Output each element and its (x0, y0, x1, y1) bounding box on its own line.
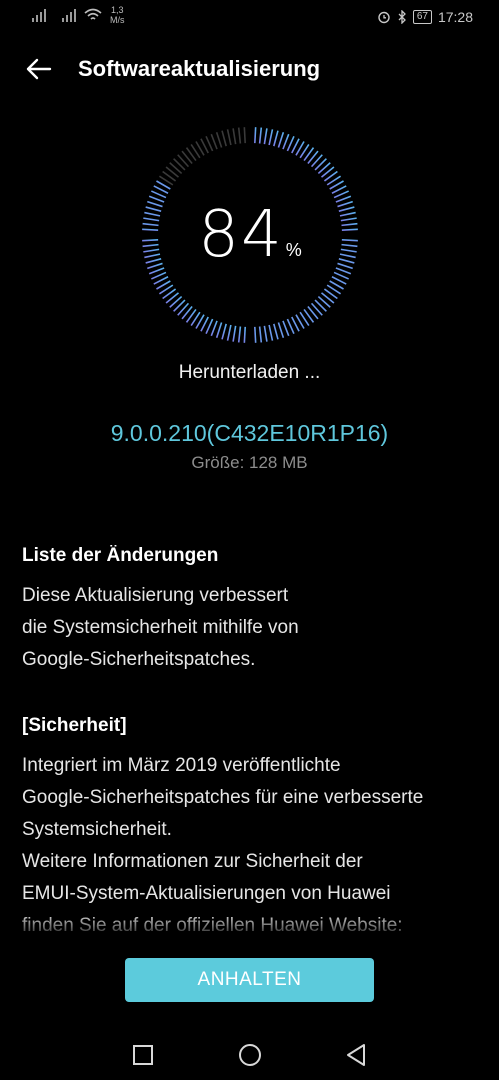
status-left: 1,3 M/s (32, 5, 125, 25)
status-right: 67 17:28 (377, 9, 473, 25)
progress-tick-filled (254, 326, 257, 343)
progress-tick-filled (282, 320, 290, 337)
progress-tick-filled (232, 325, 237, 342)
security-text: Integriert im März 2019 veröffentlichte … (22, 755, 424, 936)
progress-tick-filled (237, 326, 242, 343)
progress-tick-empty (210, 133, 218, 150)
pause-button[interactable]: ANHALTEN (125, 958, 374, 1002)
app-bar: Softwareaktualisierung (0, 50, 499, 90)
progress-tick-filled (286, 136, 295, 152)
status-time: 17:28 (437, 9, 473, 25)
scroll-fade (0, 912, 499, 940)
progress-tick-empty (215, 132, 223, 148)
progress-tick-filled (273, 323, 279, 340)
bluetooth-icon (398, 10, 406, 24)
progress-tick-filled (205, 318, 214, 334)
progress-percent: 84% (138, 198, 362, 272)
security-heading: [Sicherheit] (22, 715, 127, 736)
recent-apps-icon[interactable] (130, 1042, 156, 1068)
progress-tick-empty (226, 129, 232, 146)
progress-tick-filled (215, 322, 223, 338)
progress-tick-filled (333, 271, 349, 280)
network-speed-value: 1,3 (110, 5, 124, 15)
update-size: Größe: 128 MB (191, 453, 308, 472)
changelog[interactable]: Liste der Änderungen Diese Aktualisierun… (22, 545, 472, 938)
changelog-heading: Liste der Änderungen (22, 545, 219, 566)
progress-tick-filled (263, 325, 268, 342)
progress-tick-filled (282, 133, 290, 150)
progress-tick-filled (258, 127, 263, 144)
progress-tick-filled (258, 326, 263, 343)
download-status: Herunterladen ... (178, 362, 321, 383)
progress-tick-empty (243, 127, 246, 144)
wifi-icon (84, 8, 102, 20)
progress-tick-empty (232, 128, 237, 145)
progress-tick-filled (151, 271, 167, 280)
navigation-bar (0, 1030, 499, 1080)
progress-tick-filled (268, 129, 274, 146)
progress-tick-empty (237, 127, 242, 144)
network-speed: 1,3 M/s (110, 5, 125, 25)
signal-icon (32, 8, 46, 22)
alarm-icon (378, 11, 390, 24)
progress-tick-filled (273, 130, 279, 147)
progress-tick-filled (333, 190, 349, 199)
changelog-intro: Diese Aktualisierung verbessert die Syst… (22, 585, 299, 670)
progress-tick-empty (205, 136, 214, 152)
battery-icon: 67 (412, 10, 432, 24)
signal-icon (62, 8, 76, 22)
arrow-left-icon[interactable] (24, 54, 54, 84)
progress-tick-filled (254, 127, 257, 144)
progress-tick-filled (277, 132, 285, 148)
progress-tick-filled (151, 190, 167, 199)
progress-tick-empty (221, 130, 227, 147)
progress-tick-filled (263, 128, 268, 145)
page-title: Softwareaktualisierung (78, 56, 321, 81)
progress-value: 84 (198, 198, 284, 272)
progress-tick-filled (210, 320, 218, 337)
progress-tick-filled (243, 326, 246, 343)
progress-unit: % (285, 240, 302, 260)
progress-tick-filled (221, 323, 227, 340)
home-icon[interactable] (237, 1042, 263, 1068)
network-speed-unit: M/s (110, 15, 125, 25)
progress-tick-filled (268, 324, 274, 341)
progress-tick-filled (226, 324, 232, 341)
back-triangle-icon[interactable] (343, 1042, 369, 1068)
progress-tick-filled (277, 322, 285, 338)
progress-tick-filled (286, 318, 295, 334)
version-number: 9.0.0.210(C432E10R1P16) (110, 420, 389, 446)
status-bar: 1,3 M/s 67 17:28 (0, 0, 499, 34)
